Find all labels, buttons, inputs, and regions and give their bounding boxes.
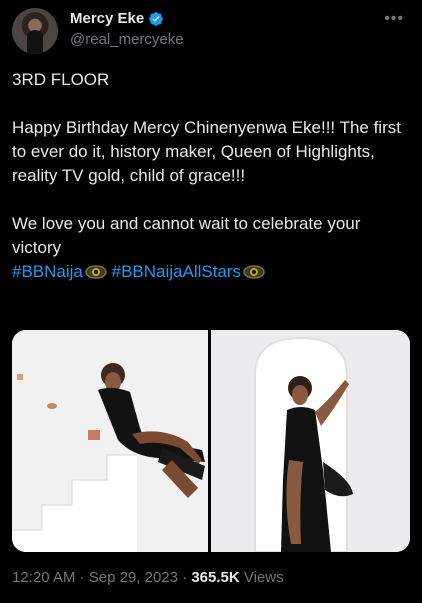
meta-separator: · xyxy=(182,569,188,586)
more-options-icon[interactable]: ••• xyxy=(384,10,404,28)
tweet-line-1: 3RD FLOOR xyxy=(12,70,110,89)
tweet-meta: 12:20 AM · Sep 29, 2023 · 365.5K Views xyxy=(12,569,284,586)
verified-badge-icon xyxy=(149,11,164,26)
eye-emoji-icon xyxy=(85,265,107,279)
eye-emoji-icon xyxy=(243,265,265,279)
photo-standing-in-arch[interactable] xyxy=(211,330,410,552)
hashtag-bbnaija-allstars[interactable]: #BBNaijaAllStars xyxy=(112,262,241,281)
views-count[interactable]: 365.5K xyxy=(191,569,239,586)
photo-seated-on-stairs[interactable] xyxy=(12,330,208,552)
hashtag-bbnaija[interactable]: #BBNaija xyxy=(12,262,83,281)
avatar-figure xyxy=(27,30,43,54)
views-label: Views xyxy=(243,569,284,586)
tweet-date[interactable]: Sep 29, 2023 xyxy=(89,569,178,586)
hashtag-row: #BBNaija #BBNaijaAllStars xyxy=(12,260,412,284)
author-name[interactable]: Mercy Eke xyxy=(70,10,144,27)
author-handle[interactable]: @real_mercyeke xyxy=(70,31,184,48)
tweet-time[interactable]: 12:20 AM xyxy=(12,569,75,586)
meta-separator: · xyxy=(79,569,85,586)
tweet-header: Mercy Eke @real_mercyeke ••• xyxy=(12,8,410,54)
tweet-text: 3RD FLOOR Happy Birthday Mercy Chinenyen… xyxy=(12,68,412,284)
tweet-line-3: We love you and cannot wait to celebrate… xyxy=(12,214,361,257)
author-name-row: Mercy Eke xyxy=(70,10,164,27)
tweet-line-2: Happy Birthday Mercy Chinenyenwa Eke!!! … xyxy=(12,118,401,185)
tweet-media xyxy=(12,330,410,552)
avatar[interactable] xyxy=(12,8,58,54)
